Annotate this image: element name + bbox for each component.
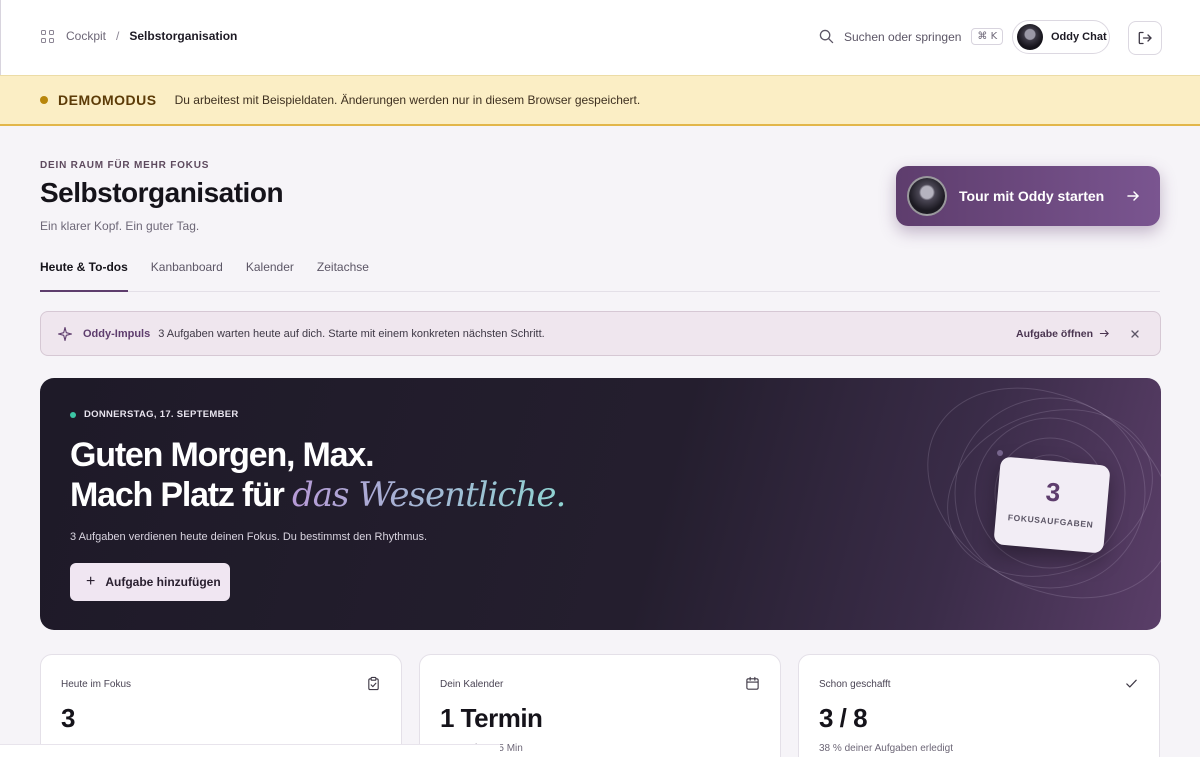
check-icon	[1126, 679, 1137, 688]
stat-card-subtext: 38 % deiner Aufgaben erledigt	[819, 743, 953, 754]
page-eyebrow: DEIN RAUM FÜR MEHR FOKUS	[40, 160, 210, 171]
search-icon	[819, 29, 834, 44]
oddy-avatar	[1017, 24, 1043, 50]
breadcrumb-current: Selbstorganisation	[129, 29, 238, 43]
hero-tagline: Mach Platz für das Wesentliche.	[70, 475, 566, 515]
hero-description: 3 Aufgaben verdienen heute deinen Fokus.…	[70, 531, 428, 543]
tab-kanbanboard[interactable]: Kanbanboard	[151, 254, 223, 292]
search-trigger[interactable]: Suchen oder springen ⌘ K	[819, 28, 1004, 45]
hero-greeting: Guten Morgen, Max.	[70, 436, 375, 474]
breadcrumb-separator: /	[116, 29, 120, 43]
add-task-label: Aufgabe hinzufügen	[105, 575, 221, 589]
oddy-chat-label: Oddy Chat	[1051, 31, 1107, 43]
tab-heute-todos[interactable]: Heute & To-dos	[40, 254, 128, 292]
breadcrumb: Cockpit / Selbstorganisation	[41, 29, 237, 43]
open-task-link[interactable]: Aufgabe öffnen	[1016, 328, 1110, 340]
stat-card-title: Heute im Fokus	[61, 679, 132, 690]
breadcrumb-home-link[interactable]: Cockpit	[66, 29, 106, 43]
stat-card-value: 1 Termin	[440, 703, 543, 733]
hero-tagline-accent: das Wesentliche.	[291, 475, 566, 515]
impulse-label: Oddy-Impuls	[83, 327, 151, 340]
oddy-chat-button[interactable]: Oddy Chat	[1012, 20, 1110, 54]
logout-icon	[1138, 31, 1152, 45]
tab-zeitachse[interactable]: Zeitachse	[317, 254, 369, 292]
demo-mode-banner: DEMOMODUS Du arbeitest mit Beispieldaten…	[0, 75, 1200, 126]
hero-date: DONNERSTAG, 17. SEPTEMBER	[70, 409, 239, 420]
keyboard-shortcut-badge: ⌘ K	[971, 28, 1004, 45]
stat-card-done[interactable]: Schon geschafft 3 / 8 38 % deiner Aufgab…	[798, 654, 1160, 757]
stat-card-calendar[interactable]: Dein Kalender 1 Termin 10:00 Uhr · 45 Mi…	[419, 654, 781, 757]
bottom-overlay	[0, 744, 500, 757]
open-task-label: Aufgabe öffnen	[1016, 327, 1093, 340]
page-title: Selbstorganisation	[40, 177, 284, 208]
hero-tagline-prefix: Mach Platz für	[70, 476, 285, 514]
arrow-right-icon	[1127, 191, 1139, 201]
page-subtitle: Ein klarer Kopf. Ein guter Tag.	[40, 219, 200, 233]
clipboard-check-icon	[368, 676, 379, 691]
arrow-right-icon	[1099, 330, 1109, 337]
logout-button[interactable]	[1128, 21, 1162, 55]
hero-date-text: DONNERSTAG, 17. SEPTEMBER	[84, 409, 239, 420]
stat-card-title: Dein Kalender	[440, 679, 504, 690]
tab-kalender[interactable]: Kalender	[246, 254, 294, 292]
focus-tasks-card: 3 FOKUSAUFGABEN	[993, 456, 1111, 554]
stat-card-title: Schon geschafft	[819, 679, 891, 690]
oddy-impulse-bar: Oddy-Impuls 3 Aufgaben warten heute auf …	[40, 311, 1161, 356]
plus-icon: +	[86, 573, 96, 590]
hero-greeting-panel: DONNERSTAG, 17. SEPTEMBER Guten Morgen, …	[40, 378, 1161, 630]
stat-card-value: 3 / 8	[819, 703, 868, 733]
focus-tasks-count: 3	[1044, 476, 1062, 508]
calendar-icon	[746, 676, 759, 690]
demo-status-dot	[40, 96, 48, 104]
stat-card-focus[interactable]: Heute im Fokus 3	[40, 654, 402, 757]
demo-mode-text: Du arbeitest mit Beispieldaten. Änderung…	[174, 93, 641, 107]
stat-card-value: 3	[61, 703, 75, 733]
focus-tasks-label: FOKUSAUFGABEN	[1007, 512, 1094, 530]
date-status-dot	[70, 411, 76, 418]
top-bar: Cockpit / Selbstorganisation Suchen oder…	[0, 0, 1200, 75]
sparkle-icon	[57, 326, 73, 341]
start-tour-button[interactable]: Tour mit Oddy starten	[896, 166, 1160, 226]
search-label: Suchen oder springen	[844, 29, 962, 44]
close-icon[interactable]	[1130, 329, 1140, 339]
add-task-button[interactable]: + Aufgabe hinzufügen	[70, 563, 230, 601]
section-tabs: Heute & To-dos Kanbanboard Kalender Zeit…	[40, 254, 1160, 292]
demo-mode-label: DEMOMODUS	[58, 92, 157, 108]
oddy-avatar	[907, 176, 947, 216]
start-tour-label: Tour mit Oddy starten	[959, 188, 1105, 204]
impulse-text: 3 Aufgaben warten heute auf dich. Starte…	[158, 327, 545, 340]
grid-icon[interactable]	[41, 29, 54, 43]
